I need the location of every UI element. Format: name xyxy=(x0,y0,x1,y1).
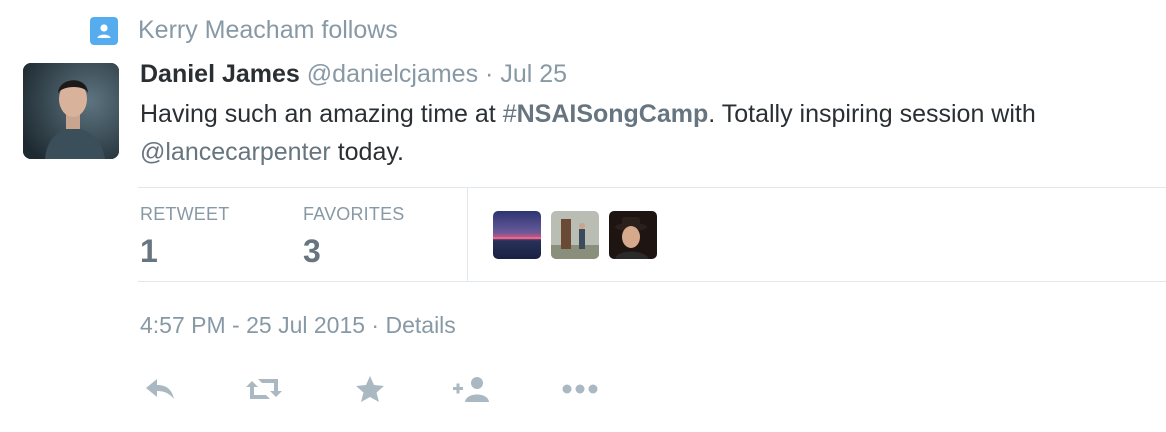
tweet-header: Daniel James @danielcjames · Jul 25 xyxy=(140,60,567,89)
stats-divider-top xyxy=(138,187,1166,188)
tweet-text-after: today. xyxy=(330,138,404,166)
favoriter-avatar[interactable] xyxy=(551,211,599,259)
retweet-icon[interactable] xyxy=(244,372,284,406)
tweet-text: Having such an amazing time at #NSAISong… xyxy=(140,95,1160,171)
tweet-meta: 4:57 PM - 25 Jul 2015 · Details xyxy=(140,312,456,339)
follow-icon[interactable] xyxy=(452,372,492,406)
favorites-label: FAVORITES xyxy=(303,204,405,224)
hashtag-symbol: # xyxy=(502,100,517,128)
header-separator: · xyxy=(485,60,494,88)
author-avatar[interactable] xyxy=(23,63,119,159)
favoriter-avatar[interactable] xyxy=(609,211,657,259)
favorites-stat[interactable]: FAVORITES 3 xyxy=(303,204,405,270)
author-name[interactable]: Daniel James xyxy=(140,60,300,88)
reply-icon[interactable] xyxy=(140,372,180,406)
tweet-text-before: Having such an amazing time at xyxy=(140,100,503,128)
retweet-count: 1 xyxy=(140,233,158,269)
person-icon xyxy=(90,16,118,45)
more-icon[interactable] xyxy=(560,372,600,406)
meta-separator: · xyxy=(371,312,380,338)
retweet-label: RETWEET xyxy=(140,204,230,224)
details-link[interactable]: Details xyxy=(385,312,455,338)
retweet-stat[interactable]: RETWEET 1 xyxy=(140,204,229,270)
hashtag-link[interactable]: #NSAISongCamp xyxy=(503,100,709,128)
favoriter-avatar[interactable] xyxy=(493,211,541,259)
tweet-text-middle: . Totally inspiring session with xyxy=(708,100,1036,128)
author-screen-name[interactable]: @danielcjames xyxy=(307,60,478,88)
hashtag-text: NSAISongCamp xyxy=(516,100,709,128)
tweet-time[interactable]: Jul 25 xyxy=(500,60,567,88)
stats-divider-bottom xyxy=(138,281,1166,282)
social-context: Kerry Meacham follows xyxy=(90,16,398,45)
favorite-icon[interactable] xyxy=(350,372,390,406)
stats-divider-vertical xyxy=(467,188,468,281)
full-timestamp[interactable]: 4:57 PM - 25 Jul 2015 xyxy=(140,312,365,338)
mention-link[interactable]: @lancecarpenter xyxy=(140,138,331,166)
context-text[interactable]: Kerry Meacham follows xyxy=(138,16,398,45)
favorites-count: 3 xyxy=(303,233,321,269)
